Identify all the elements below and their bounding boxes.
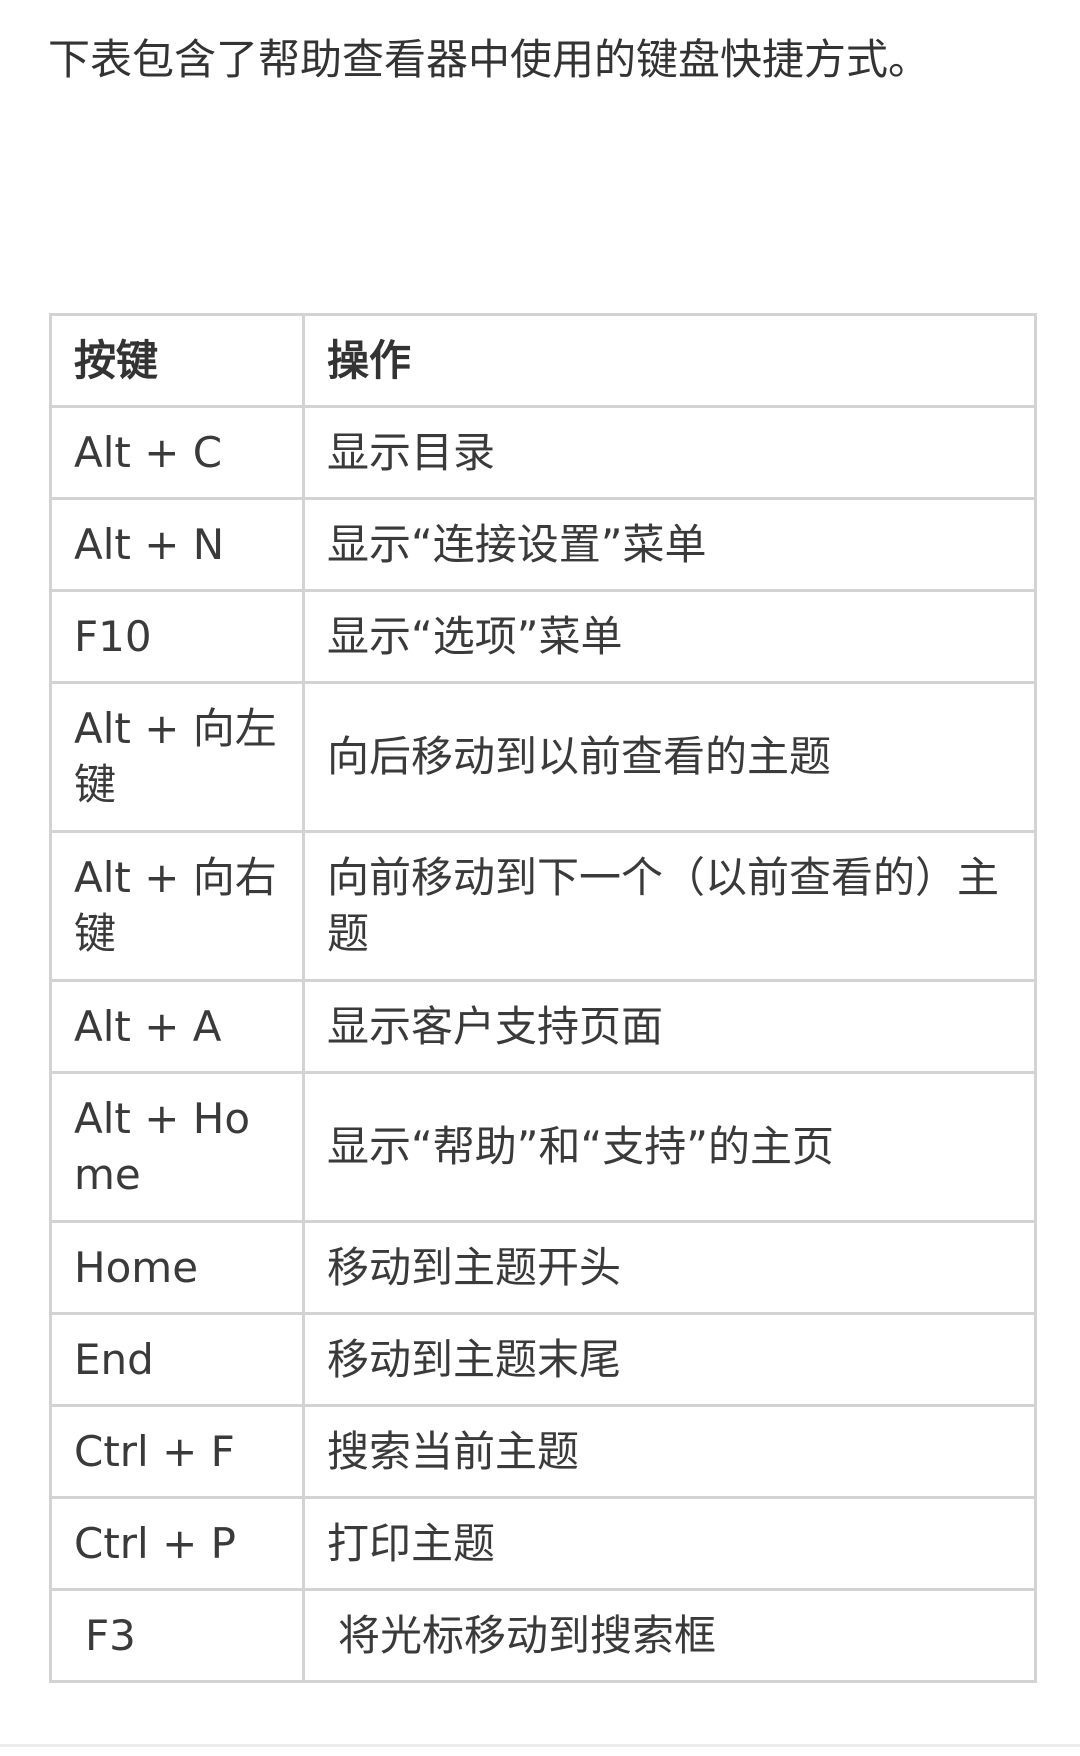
table-row: Alt + 向右键 向前移动到下一个（以前查看的）主题 xyxy=(49,830,1037,982)
table-row: Ctrl + F 搜索当前主题 xyxy=(49,1404,1037,1499)
shortcut-key-cell: Alt + A xyxy=(49,979,305,1074)
column-header-action: 操作 xyxy=(302,313,1037,408)
shortcut-key-cell: Alt + 向左键 xyxy=(49,681,305,833)
shortcut-action-cell: 显示“帮助”和“支持”的主页 xyxy=(302,1071,1037,1223)
table-row: Alt + Home 显示“帮助”和“支持”的主页 xyxy=(49,1071,1037,1223)
shortcut-action-cell: 将光标移动到搜索框 xyxy=(302,1588,1037,1683)
table-row: Alt + A 显示客户支持页面 xyxy=(49,979,1037,1074)
table-header-row: 按键 操作 xyxy=(49,313,1037,408)
shortcut-key-cell: Alt + Home xyxy=(49,1071,305,1223)
shortcut-action-cell: 打印主题 xyxy=(302,1496,1037,1591)
column-header-key: 按键 xyxy=(49,313,305,408)
shortcut-key-cell: End xyxy=(49,1312,305,1407)
shortcut-action-cell: 向前移动到下一个（以前查看的）主题 xyxy=(302,830,1037,982)
shortcut-key-cell: Alt + 向右键 xyxy=(49,830,305,982)
shortcut-key-cell: F3 xyxy=(49,1588,305,1683)
table-row: Home 移动到主题开头 xyxy=(49,1220,1037,1315)
shortcut-key-cell: F10 xyxy=(49,589,305,684)
keyboard-shortcuts-table: 按键 操作 Alt + C 显示目录 Alt + N 显示“连接设置”菜单 F1… xyxy=(49,313,1037,1683)
table-row: F3 将光标移动到搜索框 xyxy=(49,1588,1037,1683)
shortcut-action-cell: 搜索当前主题 xyxy=(302,1404,1037,1499)
shortcut-action-cell: 显示目录 xyxy=(302,405,1037,500)
shortcut-action-cell: 显示“选项”菜单 xyxy=(302,589,1037,684)
shortcut-key-cell: Home xyxy=(49,1220,305,1315)
shortcut-action-cell: 移动到主题末尾 xyxy=(302,1312,1037,1407)
table-row: Alt + C 显示目录 xyxy=(49,405,1037,500)
shortcut-key-cell: Ctrl + P xyxy=(49,1496,305,1591)
shortcut-key-cell: Alt + N xyxy=(49,497,305,592)
table-row: Alt + N 显示“连接设置”菜单 xyxy=(49,497,1037,592)
table-row: Alt + 向左键 向后移动到以前查看的主题 xyxy=(49,681,1037,833)
table-row: End 移动到主题末尾 xyxy=(49,1312,1037,1407)
shortcut-key-cell: Alt + C xyxy=(49,405,305,500)
intro-paragraph: 下表包含了帮助查看器中使用的键盘快捷方式。 xyxy=(48,35,931,84)
shortcut-action-cell: 向后移动到以前查看的主题 xyxy=(302,681,1037,833)
bottom-divider xyxy=(0,1744,1080,1747)
shortcut-action-cell: 显示客户支持页面 xyxy=(302,979,1037,1074)
table-row: F10 显示“选项”菜单 xyxy=(49,589,1037,684)
shortcut-action-cell: 显示“连接设置”菜单 xyxy=(302,497,1037,592)
shortcut-key-cell: Ctrl + F xyxy=(49,1404,305,1499)
shortcut-action-cell: 移动到主题开头 xyxy=(302,1220,1037,1315)
table-row: Ctrl + P 打印主题 xyxy=(49,1496,1037,1591)
